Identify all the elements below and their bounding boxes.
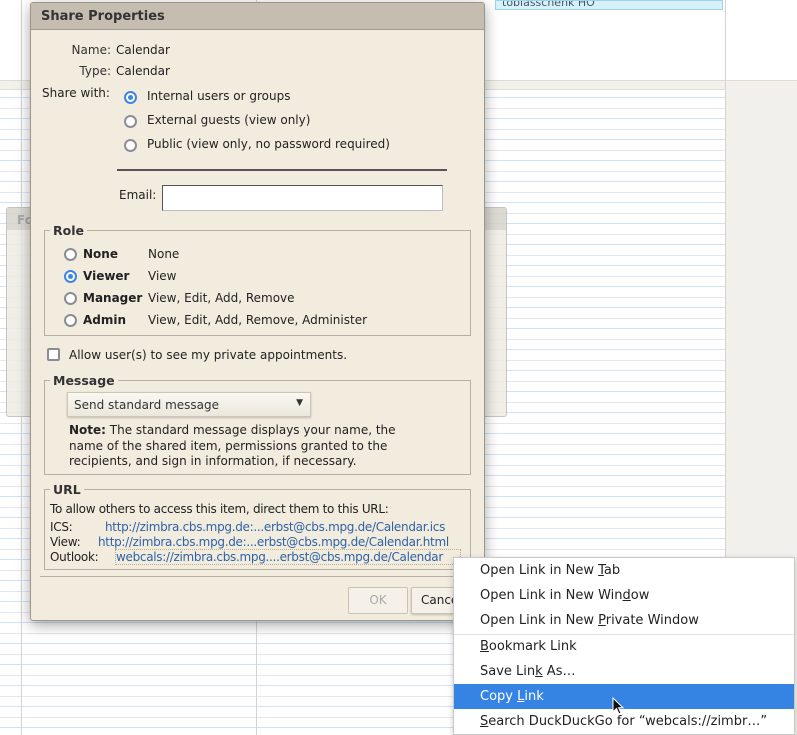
divider	[40, 576, 476, 577]
divider	[117, 169, 447, 171]
share-internal-radio[interactable]	[124, 91, 137, 104]
menu-open-new-tab[interactable]: Open Link in New Tab	[454, 558, 794, 583]
ics-label: ICS:	[50, 520, 73, 534]
message-select[interactable]: Send standard message ▼	[67, 392, 311, 417]
role-legend: Role	[53, 223, 84, 238]
role-viewer-radio[interactable]	[64, 270, 77, 283]
type-value: Calendar	[116, 64, 170, 78]
role-admin-radio[interactable]	[64, 314, 77, 327]
view-label: View:	[50, 535, 81, 549]
outlook-label: Outlook:	[50, 550, 99, 564]
share-external-radio[interactable]	[124, 115, 137, 128]
calendar-event[interactable]: tobiasschenk HO	[495, 0, 723, 10]
role-viewer-name[interactable]: Viewer	[83, 269, 129, 283]
dialog-title[interactable]: Share Properties	[31, 3, 484, 30]
share-external-label[interactable]: External guests (view only)	[147, 113, 310, 127]
menu-save-link-as[interactable]: Save Link As…	[454, 659, 794, 684]
role-none-desc: None	[148, 247, 180, 261]
note-text: The standard message displays your name,…	[69, 423, 396, 468]
message-note: Note: The standard message displays your…	[69, 423, 409, 470]
role-admin-name[interactable]: Admin	[83, 313, 126, 327]
share-with-label: Share with:	[42, 86, 110, 100]
share-public-label[interactable]: Public (view only, no password required)	[147, 137, 390, 151]
name-value: Calendar	[116, 43, 170, 57]
role-admin-desc: View, Edit, Add, Remove, Administer	[148, 313, 368, 327]
share-properties-dialog: Share Properties Name: Calendar Type: Ca…	[30, 2, 485, 621]
menu-open-new-window[interactable]: Open Link in New Window	[454, 583, 794, 608]
message-select-value: Send standard message	[74, 398, 220, 412]
mouse-cursor-icon	[612, 697, 625, 715]
email-label: Email:	[119, 188, 157, 202]
name-label: Name:	[71, 43, 111, 57]
url-legend: URL	[53, 482, 81, 497]
private-appointments-label[interactable]: Allow user(s) to see my private appointm…	[69, 348, 347, 362]
private-appointments-checkbox[interactable]	[47, 348, 60, 361]
note-label: Note:	[69, 423, 106, 437]
outlook-link[interactable]: webcals://zimbra.cbs.mpg....erbst@cbs.mp…	[115, 549, 461, 565]
event-label: tobiasschenk HO	[502, 0, 595, 9]
role-none-radio[interactable]	[64, 248, 77, 261]
menu-bookmark-link[interactable]: Bookmark Link	[454, 634, 794, 659]
role-manager-name[interactable]: Manager	[83, 291, 142, 305]
ok-button[interactable]: OK	[348, 587, 408, 614]
share-public-radio[interactable]	[124, 139, 137, 152]
role-none-name[interactable]: None	[83, 247, 118, 261]
menu-open-private-window[interactable]: Open Link in New Private Window	[454, 608, 794, 633]
role-manager-radio[interactable]	[64, 292, 77, 305]
view-link[interactable]: http://zimbra.cbs.mpg.de:...erbst@cbs.mp…	[98, 535, 449, 549]
ics-link[interactable]: http://zimbra.cbs.mpg.de:...erbst@cbs.mp…	[105, 520, 445, 534]
url-intro: To allow others to access this item, dir…	[50, 502, 389, 516]
role-viewer-desc: View	[148, 269, 177, 283]
share-internal-label[interactable]: Internal users or groups	[147, 89, 291, 103]
chevron-down-icon: ▼	[296, 398, 303, 408]
email-input[interactable]	[162, 185, 443, 211]
role-manager-desc: View, Edit, Add, Remove	[148, 291, 295, 305]
message-legend: Message	[53, 373, 115, 388]
type-label: Type:	[79, 64, 111, 78]
